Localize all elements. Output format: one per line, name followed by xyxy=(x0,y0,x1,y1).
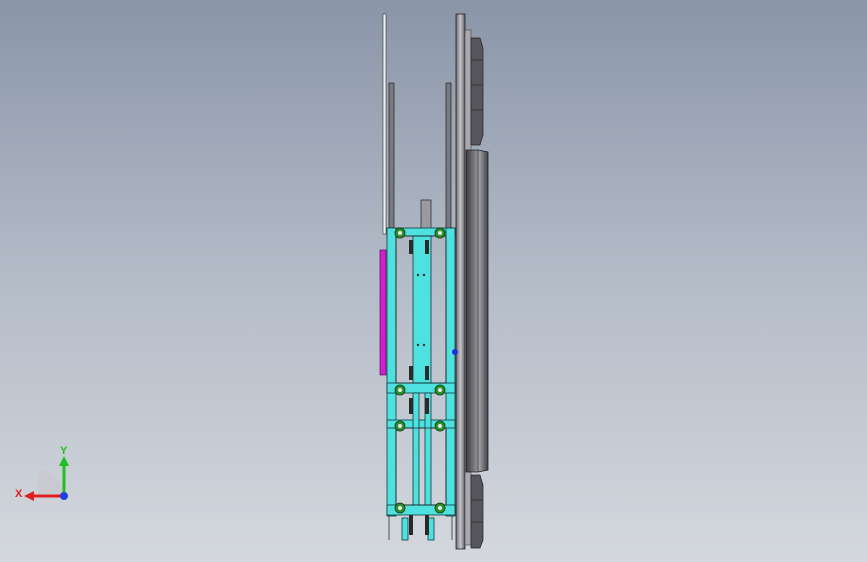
triad-plane xyxy=(38,470,64,496)
roller xyxy=(434,227,446,239)
z-axis-dot xyxy=(60,492,68,500)
vertical-rails xyxy=(388,82,452,234)
x-axis-head xyxy=(24,491,34,501)
roller xyxy=(434,420,446,432)
roller xyxy=(394,227,406,239)
roller xyxy=(394,502,406,514)
roller xyxy=(434,502,446,514)
cyan-frame xyxy=(386,227,456,541)
cad-viewport[interactable]: Y X xyxy=(0,0,867,562)
x-axis-label: X xyxy=(15,488,23,500)
round-disc xyxy=(465,149,489,473)
roller xyxy=(394,384,406,396)
magenta-bracket xyxy=(379,249,387,376)
assembly-model[interactable] xyxy=(0,0,867,562)
y-axis-head xyxy=(59,456,69,466)
y-axis-label: Y xyxy=(60,445,68,457)
orientation-triad[interactable]: Y X xyxy=(10,440,80,510)
roller xyxy=(434,384,446,396)
left-guide-rod xyxy=(382,13,387,235)
blue-marker xyxy=(452,349,458,355)
roller xyxy=(394,420,406,432)
triad-graphic: Y X xyxy=(15,445,69,501)
